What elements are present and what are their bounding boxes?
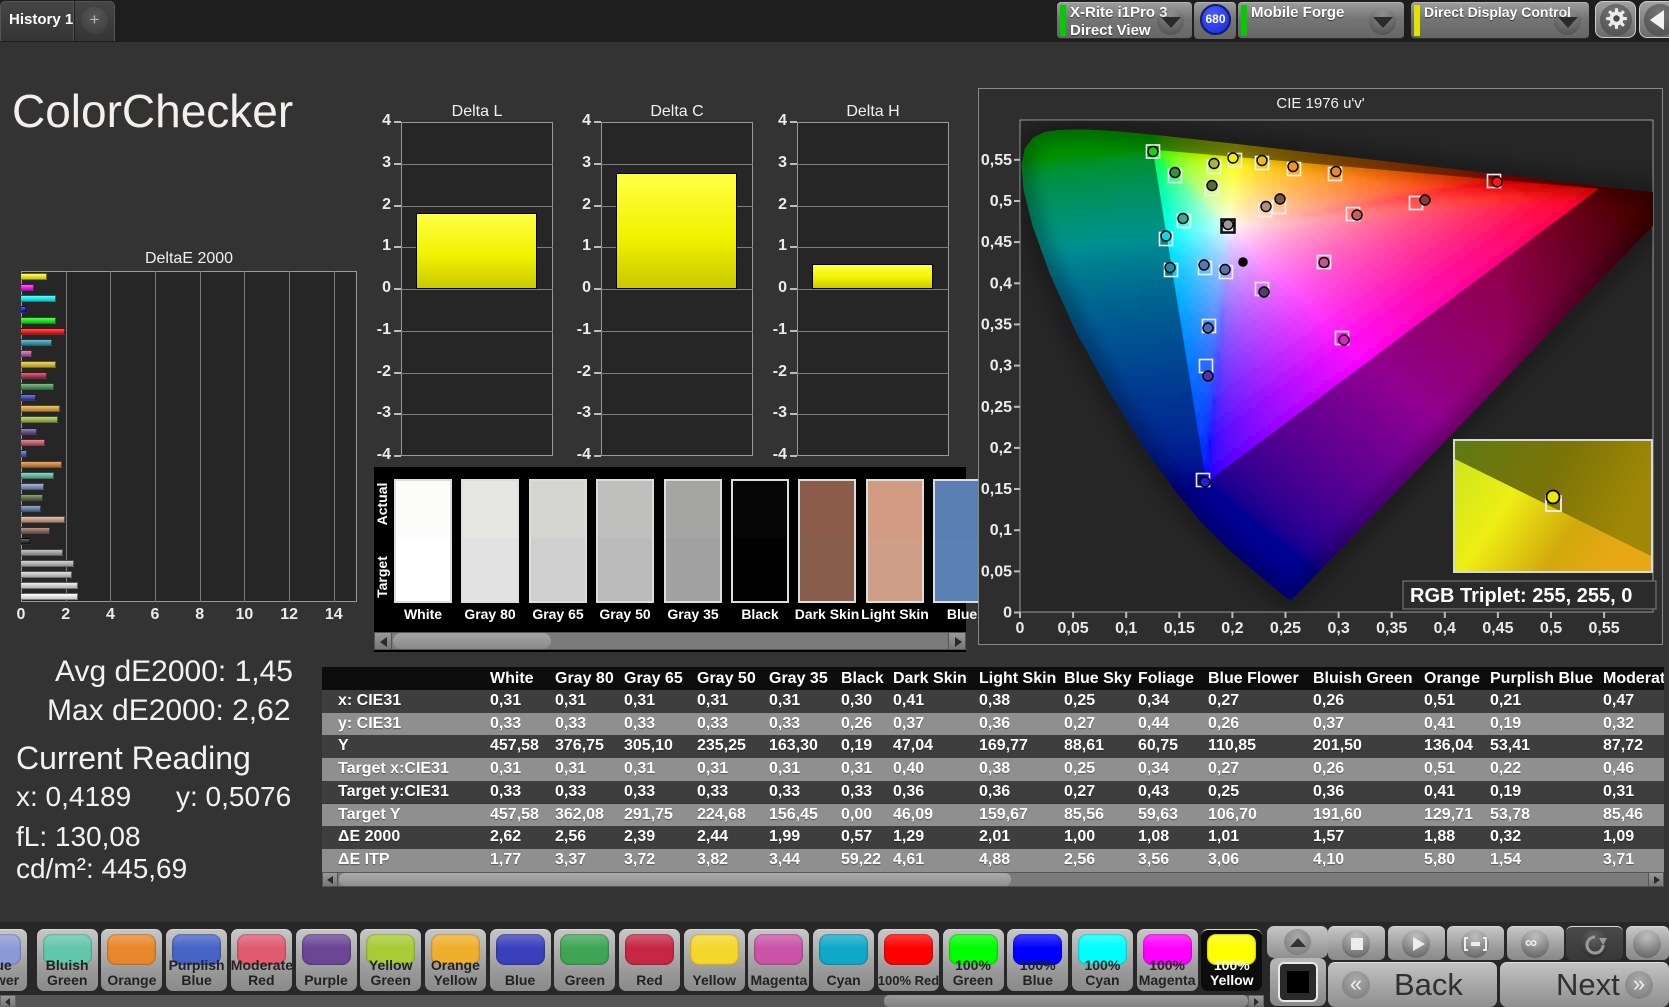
svg-text:0,15: 0,15 — [1164, 620, 1195, 637]
svg-text:0,1: 0,1 — [990, 522, 1012, 539]
svg-text:0,15: 0,15 — [981, 481, 1012, 498]
svg-text:0,2: 0,2 — [990, 440, 1012, 457]
svg-text:0,5: 0,5 — [990, 193, 1012, 210]
svg-text:0,45: 0,45 — [981, 234, 1012, 251]
svg-text:0,35: 0,35 — [1376, 620, 1407, 637]
svg-text:0,3: 0,3 — [990, 358, 1012, 375]
svg-text:0: 0 — [1003, 605, 1012, 622]
svg-text:0,05: 0,05 — [1058, 620, 1089, 637]
svg-text:0,25: 0,25 — [981, 399, 1012, 416]
svg-text:0,2: 0,2 — [1221, 620, 1243, 637]
svg-text:0,4: 0,4 — [990, 275, 1012, 292]
svg-text:0,3: 0,3 — [1327, 620, 1349, 637]
svg-text:0,45: 0,45 — [1482, 620, 1513, 637]
svg-text:RGB Triplet: 255, 255, 0: RGB Triplet: 255, 255, 0 — [1410, 585, 1632, 607]
svg-text:0,05: 0,05 — [981, 563, 1012, 580]
svg-text:0,4: 0,4 — [1434, 620, 1456, 637]
svg-text:0,35: 0,35 — [981, 316, 1012, 333]
svg-text:0,25: 0,25 — [1270, 620, 1301, 637]
svg-text:0: 0 — [1016, 620, 1025, 637]
svg-text:0,55: 0,55 — [1589, 620, 1620, 637]
svg-text:0,5: 0,5 — [1540, 620, 1562, 637]
svg-text:0,1: 0,1 — [1115, 620, 1137, 637]
svg-text:0,55: 0,55 — [981, 152, 1012, 169]
